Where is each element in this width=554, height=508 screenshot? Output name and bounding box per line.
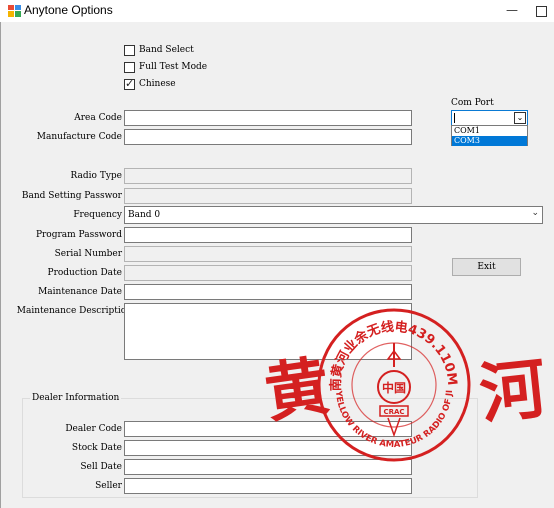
manufacture-code-field[interactable] (124, 129, 412, 145)
seller-field[interactable] (124, 478, 412, 494)
maximize-button[interactable] (530, 0, 554, 22)
exit-button[interactable]: Exit (452, 258, 521, 276)
serial-number-field[interactable] (124, 246, 412, 262)
program-password-label: Program Password (35, 230, 122, 240)
com-port-option-selected[interactable]: COM3 (452, 136, 527, 146)
maintenance-date-label: Maintenance Date (38, 287, 122, 297)
checkbox-box[interactable] (124, 62, 135, 73)
area-code-field[interactable] (124, 110, 412, 126)
frequency-select[interactable]: Band 0 ⌄ (124, 206, 543, 224)
com-port-option[interactable]: COM1 (452, 126, 527, 136)
svg-text:CRAC: CRAC (383, 408, 404, 416)
com-port-select[interactable]: ⌄ (451, 110, 528, 126)
svg-text:中国: 中国 (382, 380, 406, 395)
production-date-field[interactable] (124, 265, 412, 281)
radio-type-field[interactable] (124, 168, 412, 184)
stock-date-label: Stock Date (71, 443, 122, 453)
text-caret (454, 113, 455, 123)
frequency-label: Frequency (73, 210, 122, 220)
seller-label: Seller (95, 481, 122, 491)
chinese-label: Chinese (139, 79, 176, 89)
chevron-down-icon[interactable]: ⌄ (514, 112, 526, 124)
dealer-information-title: Dealer Information (30, 393, 122, 403)
band-select-label: Band Select (139, 45, 194, 55)
sell-date-label: Sell Date (80, 462, 122, 472)
program-password-field[interactable] (124, 227, 412, 243)
maintenance-description-label: Maintenance Description (16, 306, 132, 316)
production-date-label: Production Date (47, 268, 122, 278)
club-seal-stamp: 济南黄河业余无线电439.110MHz THE YELLOW RIVER AMA… (314, 305, 471, 462)
chevron-down-icon[interactable]: ⌄ (531, 208, 539, 218)
maximize-icon (536, 6, 547, 17)
app-icon (8, 5, 21, 17)
calligraphy-he-mark: 河 (478, 352, 548, 430)
radio-type-label: Radio Type (70, 171, 122, 181)
band-setting-password-label: Band Setting Passwor (21, 191, 122, 201)
window-left-edge (0, 22, 1, 508)
area-code-label: Area Code (74, 113, 122, 123)
svg-text:河: 河 (478, 352, 548, 430)
minimize-button[interactable]: — (497, 0, 527, 22)
maintenance-date-field[interactable] (124, 284, 412, 300)
serial-number-label: Serial Number (54, 249, 122, 259)
window-title: Anytone Options (24, 3, 113, 17)
checkbox-box[interactable]: ✓ (124, 77, 135, 90)
frequency-value: Band 0 (128, 210, 161, 220)
com-port-dropdown-list: COM1 COM3 (451, 125, 528, 146)
checkbox-box[interactable] (124, 45, 135, 56)
manufacture-code-label: Manufacture Code (36, 132, 122, 142)
title-bar: Anytone Options — (0, 0, 554, 22)
band-setting-password-field[interactable] (124, 188, 412, 204)
dealer-code-label: Dealer Code (65, 424, 122, 434)
check-icon: ✓ (125, 77, 135, 90)
com-port-label: Com Port (451, 98, 494, 108)
svg-text:济南黄河业余无线电439.110MHz: 济南黄河业余无线电439.110MHz (314, 305, 459, 391)
full-test-mode-label: Full Test Mode (139, 62, 208, 72)
